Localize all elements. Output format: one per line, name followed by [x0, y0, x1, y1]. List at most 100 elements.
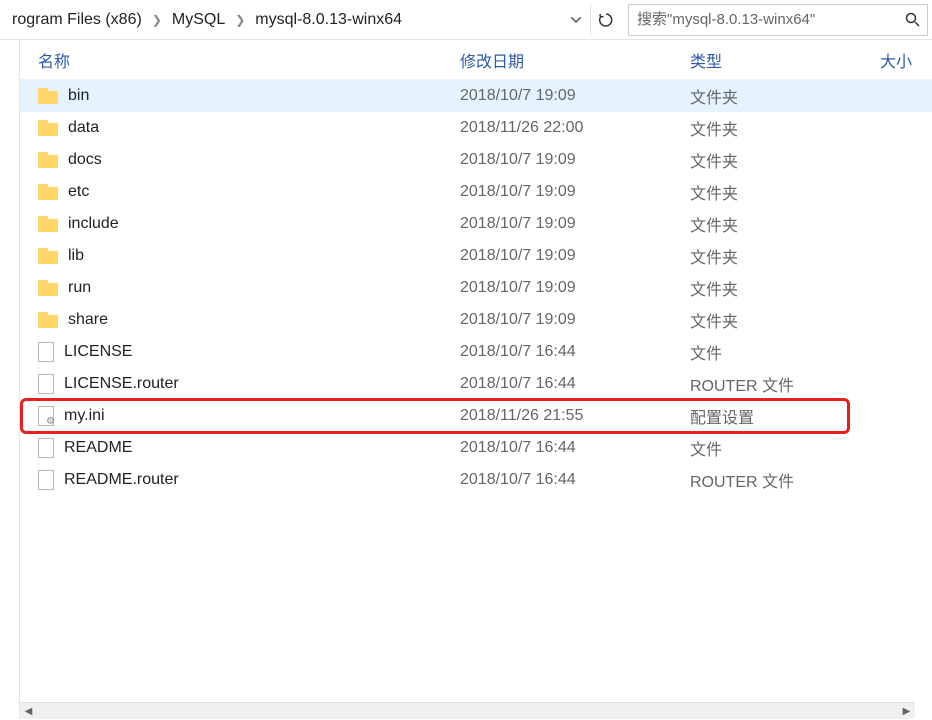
- file-name-cell: share: [20, 311, 460, 329]
- file-icon: [38, 470, 54, 490]
- file-type-label: 文件夹: [690, 116, 880, 140]
- folder-icon: [38, 120, 58, 136]
- file-name-label: etc: [68, 183, 89, 201]
- file-name-cell: run: [20, 279, 460, 297]
- file-row[interactable]: my.ini 2018/11/26 21:55配置设置: [20, 400, 932, 432]
- file-date-label: 2018/10/7 19:09: [460, 311, 690, 329]
- file-type-label: 文件夹: [690, 148, 880, 172]
- file-date-label: 2018/10/7 19:09: [460, 183, 690, 201]
- file-row[interactable]: data 2018/11/26 22:00文件夹: [20, 112, 932, 144]
- breadcrumb-item-1[interactable]: MySQL: [166, 11, 231, 29]
- file-type-label: 文件夹: [690, 212, 880, 236]
- file-row[interactable]: lib 2018/10/7 19:09文件夹: [20, 240, 932, 272]
- file-name-label: my.ini: [64, 407, 105, 425]
- search-box[interactable]: [628, 4, 928, 36]
- file-name-label: LICENSE.router: [64, 375, 179, 393]
- file-name-label: share: [68, 311, 108, 329]
- file-row[interactable]: include2018/10/7 19:09文件夹: [20, 208, 932, 240]
- refresh-button[interactable]: [590, 5, 620, 35]
- file-name-label: data: [68, 119, 99, 137]
- chevron-right-icon[interactable]: ❯: [148, 13, 166, 27]
- folder-icon: [38, 216, 58, 232]
- file-icon: [38, 342, 54, 362]
- content-area: 名称 修改日期 类型 大小 bin2018/10/7 19:09文件夹data2…: [0, 40, 932, 719]
- horizontal-scrollbar[interactable]: ◀ ▶: [20, 702, 915, 719]
- file-date-label: 2018/10/7 19:09: [460, 151, 690, 169]
- file-name-label: README.router: [64, 471, 179, 489]
- file-type-label: 文件夹: [690, 84, 880, 108]
- file-date-label: 2018/10/7 16:44: [460, 471, 690, 489]
- file-row[interactable]: README.router 2018/10/7 16:44ROUTER 文件: [20, 464, 932, 496]
- folder-icon: [38, 280, 58, 296]
- scroll-right-icon[interactable]: ▶: [898, 703, 915, 720]
- file-list-view: 名称 修改日期 类型 大小 bin2018/10/7 19:09文件夹data2…: [20, 40, 932, 719]
- column-header-type[interactable]: 类型: [690, 48, 880, 72]
- search-icon[interactable]: [901, 12, 923, 27]
- file-name-label: docs: [68, 151, 102, 169]
- file-date-label: 2018/10/7 16:44: [460, 375, 690, 393]
- file-icon: [38, 374, 54, 394]
- scroll-left-icon[interactable]: ◀: [20, 703, 37, 720]
- file-type-label: 文件夹: [690, 244, 880, 268]
- folder-icon: [38, 88, 58, 104]
- breadcrumb-item-2[interactable]: mysql-8.0.13-winx64: [249, 11, 408, 29]
- file-name-cell: README: [20, 438, 460, 458]
- file-name-cell: docs: [20, 151, 460, 169]
- file-row[interactable]: share 2018/10/7 19:09文件夹: [20, 304, 932, 336]
- folder-icon: [38, 184, 58, 200]
- file-date-label: 2018/10/7 19:09: [460, 247, 690, 265]
- file-row[interactable]: bin 2018/10/7 19:09文件夹: [20, 80, 932, 112]
- file-type-label: ROUTER 文件: [690, 372, 880, 396]
- file-name-label: LICENSE: [64, 343, 132, 361]
- folder-icon: [38, 248, 58, 264]
- file-date-label: 2018/10/7 19:09: [460, 87, 690, 105]
- search-input[interactable]: [633, 5, 901, 35]
- file-name-cell: include: [20, 215, 460, 233]
- file-type-label: 配置设置: [690, 404, 880, 428]
- file-name-label: include: [68, 215, 119, 233]
- file-name-cell: etc: [20, 183, 460, 201]
- file-name-cell: my.ini: [20, 406, 460, 426]
- file-row[interactable]: docs 2018/10/7 19:09文件夹: [20, 144, 932, 176]
- file-type-label: 文件: [690, 340, 880, 364]
- chevron-right-icon[interactable]: ❯: [231, 13, 249, 27]
- column-header-date[interactable]: 修改日期: [460, 48, 690, 72]
- file-name-label: bin: [68, 87, 89, 105]
- nav-strip: [0, 40, 20, 719]
- file-name-cell: data: [20, 119, 460, 137]
- file-name-label: lib: [68, 247, 84, 265]
- file-icon: [38, 438, 54, 458]
- file-name-cell: LICENSE: [20, 342, 460, 362]
- file-type-label: 文件夹: [690, 180, 880, 204]
- file-date-label: 2018/11/26 21:55: [460, 407, 690, 425]
- file-date-label: 2018/10/7 16:44: [460, 439, 690, 457]
- file-date-label: 2018/11/26 22:00: [460, 119, 690, 137]
- column-headers: 名称 修改日期 类型 大小: [20, 40, 932, 80]
- file-row[interactable]: LICENSE.router 2018/10/7 16:44ROUTER 文件: [20, 368, 932, 400]
- file-row[interactable]: README 2018/10/7 16:44文件: [20, 432, 932, 464]
- breadcrumb[interactable]: rogram Files (x86) ❯ MySQL ❯ mysql-8.0.1…: [4, 0, 562, 39]
- folder-icon: [38, 312, 58, 328]
- file-row[interactable]: run 2018/10/7 19:09文件夹: [20, 272, 932, 304]
- file-date-label: 2018/10/7 16:44: [460, 343, 690, 361]
- file-type-label: 文件: [690, 436, 880, 460]
- file-type-label: ROUTER 文件: [690, 468, 880, 492]
- folder-icon: [38, 152, 58, 168]
- breadcrumb-item-0[interactable]: rogram Files (x86): [6, 11, 148, 29]
- file-type-label: 文件夹: [690, 308, 880, 332]
- file-name-label: run: [68, 279, 91, 297]
- file-name-cell: README.router: [20, 470, 460, 490]
- file-date-label: 2018/10/7 19:09: [460, 279, 690, 297]
- file-name-cell: lib: [20, 247, 460, 265]
- file-name-cell: LICENSE.router: [20, 374, 460, 394]
- file-name-cell: bin: [20, 87, 460, 105]
- file-rows: bin2018/10/7 19:09文件夹data2018/11/26 22:0…: [20, 80, 932, 496]
- file-type-label: 文件夹: [690, 276, 880, 300]
- address-toolbar: rogram Files (x86) ❯ MySQL ❯ mysql-8.0.1…: [0, 0, 932, 40]
- file-row[interactable]: etc 2018/10/7 19:09文件夹: [20, 176, 932, 208]
- column-header-size[interactable]: 大小: [880, 48, 932, 72]
- file-row[interactable]: LICENSE 2018/10/7 16:44文件: [20, 336, 932, 368]
- breadcrumb-dropdown[interactable]: [562, 5, 590, 35]
- file-name-label: README: [64, 439, 132, 457]
- column-header-name[interactable]: 名称: [20, 48, 460, 72]
